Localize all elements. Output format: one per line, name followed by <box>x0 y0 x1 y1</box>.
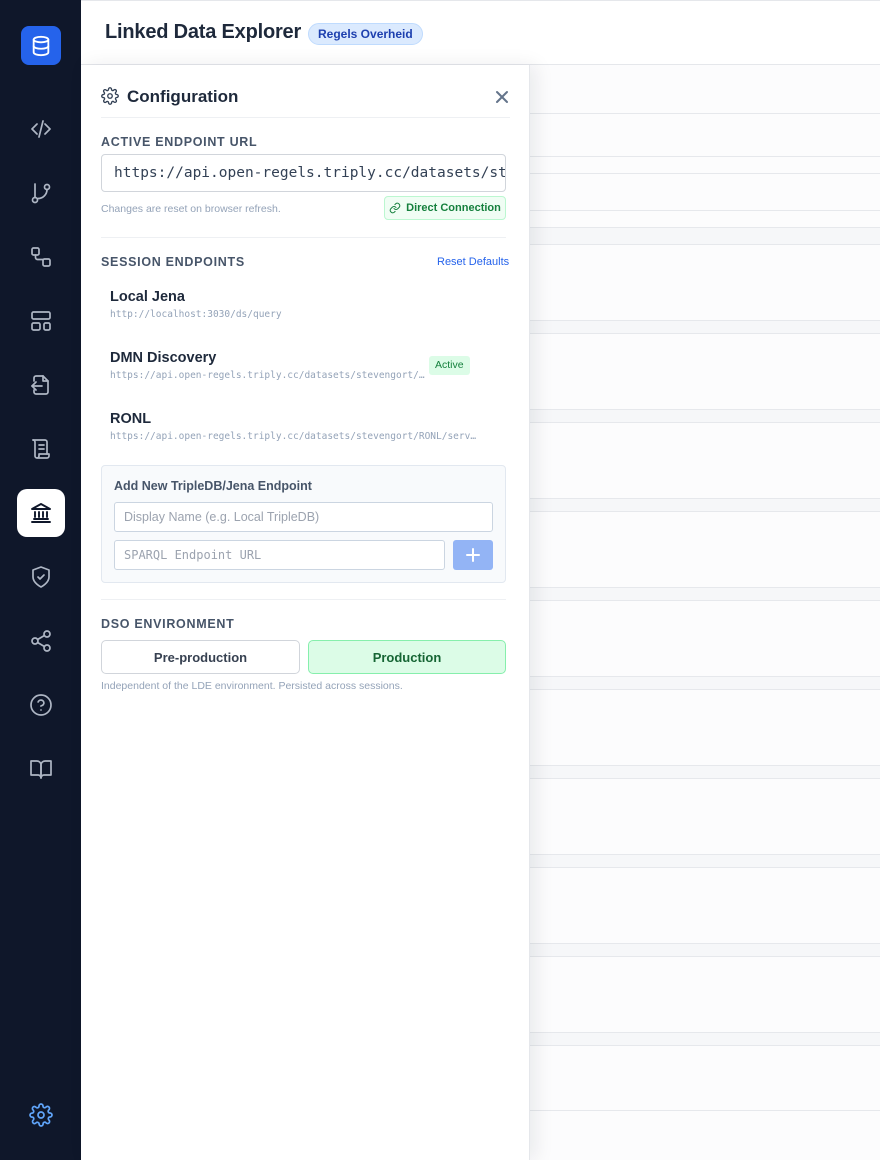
gear-icon <box>101 87 119 105</box>
panel-header: Configuration <box>101 65 510 118</box>
scroll-icon[interactable] <box>25 433 57 465</box>
configuration-panel: Configuration Active Endpoint URL https:… <box>81 65 530 1160</box>
app-title: Linked Data Explorer <box>105 21 302 43</box>
add-endpoint-form: Add New TripleDB/Jena Endpoint Display N… <box>101 465 506 583</box>
endpoint-item-local-jena[interactable]: Local Jena http://localhost:3030/ds/quer… <box>110 289 490 320</box>
session-endpoints-label: Session Endpoints <box>101 255 245 269</box>
reset-hint: Changes are reset on browser refresh. <box>101 203 281 215</box>
dso-preproduction-button[interactable]: Pre-production <box>101 640 300 674</box>
endpoint-url-input[interactable]: SPARQL Endpoint URL <box>114 540 445 570</box>
close-icon[interactable] <box>494 89 510 105</box>
dso-environment-label: DSO Environment <box>101 617 235 631</box>
workflow-icon[interactable] <box>25 241 57 273</box>
endpoint-name: Local Jena <box>110 289 185 305</box>
code-icon[interactable] <box>25 113 57 145</box>
link-icon <box>389 202 401 214</box>
database-icon[interactable] <box>21 26 61 65</box>
endpoint-name: RONL <box>110 411 152 427</box>
endpoint-url: https://api.open-regels.triply.cc/datase… <box>110 370 428 381</box>
book-open-icon[interactable] <box>25 753 57 785</box>
plus-icon <box>466 548 480 562</box>
endpoint-url: http://localhost:3030/ds/query <box>110 309 282 320</box>
endpoint-item-ronl[interactable]: RONL https://api.open-regels.triply.cc/d… <box>110 411 478 442</box>
background-content <box>530 65 880 1160</box>
active-badge: Active <box>429 356 470 375</box>
active-endpoint-input[interactable]: https://api.open-regels.triply.cc/datase… <box>101 154 506 192</box>
layout-icon[interactable] <box>25 305 57 337</box>
file-import-icon[interactable] <box>25 369 57 401</box>
app-header: Linked Data Explorer Regels Overheid <box>81 0 880 65</box>
add-endpoint-title: Add New TripleDB/Jena Endpoint <box>114 479 312 493</box>
endpoint-name: DMN Discovery <box>110 350 217 366</box>
help-circle-icon[interactable] <box>25 689 57 721</box>
endpoint-name-input[interactable]: Display Name (e.g. Local TripleDB) <box>114 502 493 532</box>
direct-connection-badge: Direct Connection <box>384 196 506 220</box>
panel-title: Configuration <box>127 87 239 106</box>
shield-check-icon[interactable] <box>25 561 57 593</box>
dso-production-button[interactable]: Production <box>308 640 506 674</box>
active-endpoint-label: Active Endpoint URL <box>101 135 258 149</box>
direct-connection-label: Direct Connection <box>406 202 501 214</box>
add-endpoint-button[interactable] <box>453 540 493 570</box>
landmark-icon[interactable] <box>17 489 65 537</box>
gear-icon[interactable] <box>25 1099 57 1131</box>
dso-hint: Independent of the LDE environment. Pers… <box>101 680 403 692</box>
workspace-badge: Regels Overheid <box>308 23 423 45</box>
share-icon[interactable] <box>25 625 57 657</box>
sidebar <box>0 0 81 1160</box>
endpoint-item-dmn-discovery[interactable]: DMN Discovery https://api.open-regels.tr… <box>110 350 428 381</box>
reset-defaults-link[interactable]: Reset Defaults <box>437 256 509 268</box>
endpoint-url: https://api.open-regels.triply.cc/datase… <box>110 431 478 442</box>
git-branch-icon[interactable] <box>25 177 57 209</box>
